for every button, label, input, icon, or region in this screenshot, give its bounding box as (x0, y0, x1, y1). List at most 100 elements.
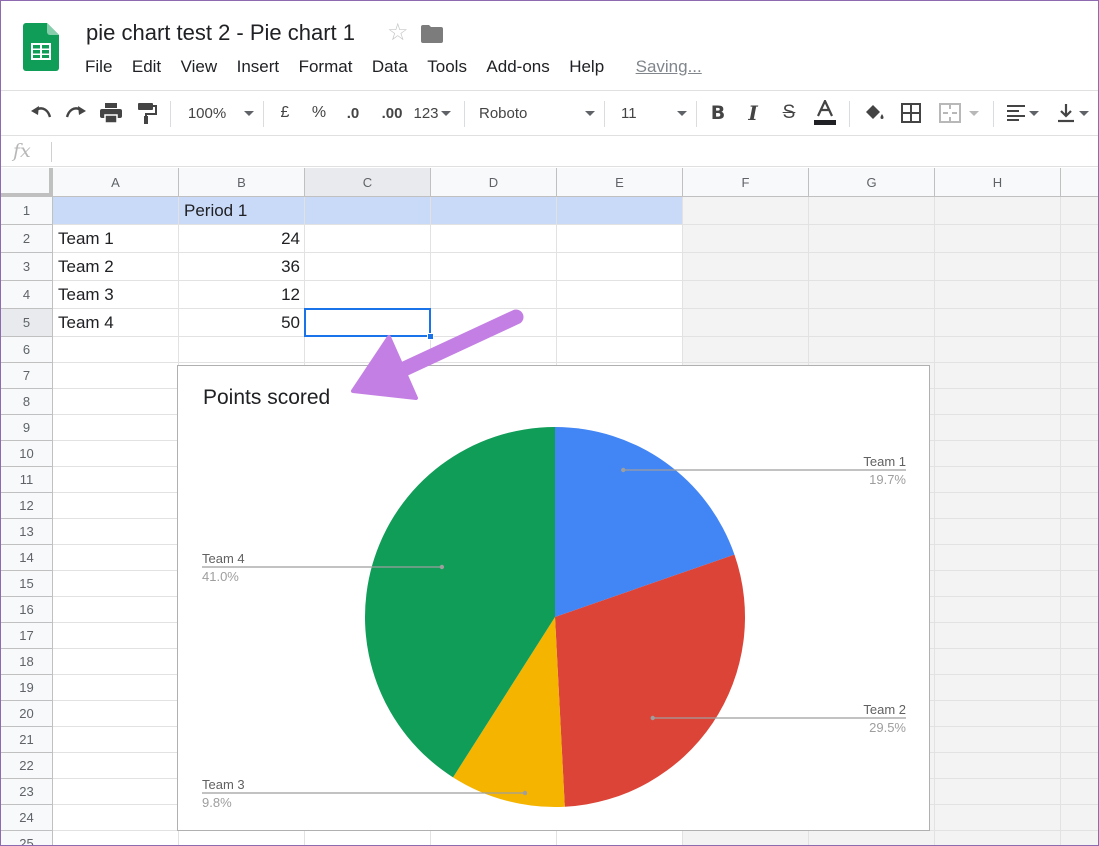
cell-a17[interactable] (53, 623, 179, 649)
cell-a7[interactable] (53, 363, 179, 389)
fill-color-icon[interactable] (861, 91, 887, 135)
cell-f3[interactable] (683, 253, 809, 281)
cell-h4[interactable] (935, 281, 1061, 309)
cell-h21[interactable] (935, 727, 1061, 753)
menu-help[interactable]: Help (569, 57, 604, 77)
redo-icon[interactable] (63, 91, 89, 135)
cell-h17[interactable] (935, 623, 1061, 649)
cell-g25[interactable] (809, 831, 935, 845)
row-header-9[interactable]: 9 (1, 415, 53, 441)
cell-f25[interactable] (683, 831, 809, 845)
more-formats-button[interactable]: 123 (411, 91, 453, 135)
cell-partial[interactable] (1061, 389, 1098, 415)
cell-f4[interactable] (683, 281, 809, 309)
undo-icon[interactable] (28, 91, 54, 135)
column-header-c[interactable]: C (305, 168, 431, 197)
cell-partial[interactable] (1061, 805, 1098, 831)
cell-partial[interactable] (1061, 363, 1098, 389)
cell-c3[interactable] (305, 253, 431, 281)
paint-format-icon[interactable] (134, 91, 160, 135)
row-header-7[interactable]: 7 (1, 363, 53, 389)
pie-chart[interactable]: Team 1 19.7% Team 2 29.5% Team 3 9.8% Team 4 41… (177, 365, 930, 831)
cell-d3[interactable] (431, 253, 557, 281)
cell-a20[interactable] (53, 701, 179, 727)
cell-c6[interactable] (305, 337, 431, 363)
cell-partial[interactable] (1061, 415, 1098, 441)
cell-a22[interactable] (53, 753, 179, 779)
cell-partial[interactable] (1061, 337, 1098, 363)
cell-h14[interactable] (935, 545, 1061, 571)
cell-a19[interactable] (53, 675, 179, 701)
cell-h6[interactable] (935, 337, 1061, 363)
row-header-21[interactable]: 21 (1, 727, 53, 753)
cell-b5[interactable]: 50 (179, 309, 305, 337)
cell-d1[interactable] (431, 197, 557, 225)
row-header-16[interactable]: 16 (1, 597, 53, 623)
cell-partial[interactable] (1061, 253, 1098, 281)
cell-e3[interactable] (557, 253, 683, 281)
cell-h16[interactable] (935, 597, 1061, 623)
cell-c2[interactable] (305, 225, 431, 253)
formula-input[interactable] (57, 137, 1097, 166)
cell-h7[interactable] (935, 363, 1061, 389)
borders-icon[interactable] (898, 91, 924, 135)
selected-cell-outline[interactable] (304, 308, 431, 337)
print-icon[interactable] (98, 91, 124, 135)
cell-a1[interactable] (53, 197, 179, 225)
menu-data[interactable]: Data (372, 57, 408, 77)
row-header-18[interactable]: 18 (1, 649, 53, 675)
row-header-22[interactable]: 22 (1, 753, 53, 779)
row-header-14[interactable]: 14 (1, 545, 53, 571)
strikethrough-icon[interactable]: S (777, 91, 801, 135)
cell-partial[interactable] (1061, 831, 1098, 845)
cell-h19[interactable] (935, 675, 1061, 701)
cell-f5[interactable] (683, 309, 809, 337)
cell-a18[interactable] (53, 649, 179, 675)
cell-partial[interactable] (1061, 753, 1098, 779)
cell-d2[interactable] (431, 225, 557, 253)
text-color-icon[interactable] (811, 91, 839, 135)
cell-h23[interactable] (935, 779, 1061, 805)
cell-a11[interactable] (53, 467, 179, 493)
cell-g1[interactable] (809, 197, 935, 225)
row-header-10[interactable]: 10 (1, 441, 53, 467)
cell-partial[interactable] (1061, 281, 1098, 309)
cell-c1[interactable] (305, 197, 431, 225)
row-header-17[interactable]: 17 (1, 623, 53, 649)
menu-tools[interactable]: Tools (427, 57, 467, 77)
font-size-select[interactable]: 11 (621, 91, 687, 135)
cell-f1[interactable] (683, 197, 809, 225)
cell-partial[interactable] (1061, 197, 1098, 225)
cell-h24[interactable] (935, 805, 1061, 831)
row-header-1[interactable]: 1 (1, 197, 53, 225)
zoom-select[interactable]: 100% (185, 91, 257, 135)
cell-h25[interactable] (935, 831, 1061, 845)
menu-add-ons[interactable]: Add-ons (486, 57, 549, 77)
row-header-3[interactable]: 3 (1, 253, 53, 281)
menu-insert[interactable]: Insert (237, 57, 280, 77)
cell-d25[interactable] (431, 831, 557, 845)
cell-a25[interactable] (53, 831, 179, 845)
cell-a8[interactable] (53, 389, 179, 415)
cell-b25[interactable] (179, 831, 305, 845)
row-header-24[interactable]: 24 (1, 805, 53, 831)
cell-partial[interactable] (1061, 571, 1098, 597)
cell-f2[interactable] (683, 225, 809, 253)
row-header-5[interactable]: 5 (1, 309, 53, 337)
cell-a3[interactable]: Team 2 (53, 253, 179, 281)
cell-a6[interactable] (53, 337, 179, 363)
cell-partial[interactable] (1061, 701, 1098, 727)
cell-a12[interactable] (53, 493, 179, 519)
cell-b1[interactable]: Period 1 (179, 197, 305, 225)
column-header-f[interactable]: F (683, 168, 809, 197)
row-header-13[interactable]: 13 (1, 519, 53, 545)
merge-cells-icon[interactable] (934, 91, 984, 135)
cell-b2[interactable]: 24 (179, 225, 305, 253)
fill-handle[interactable] (427, 333, 434, 340)
row-header-2[interactable]: 2 (1, 225, 53, 253)
cell-a24[interactable] (53, 805, 179, 831)
cell-h15[interactable] (935, 571, 1061, 597)
column-header-a[interactable]: A (53, 168, 179, 197)
cell-g3[interactable] (809, 253, 935, 281)
cell-c25[interactable] (305, 831, 431, 845)
